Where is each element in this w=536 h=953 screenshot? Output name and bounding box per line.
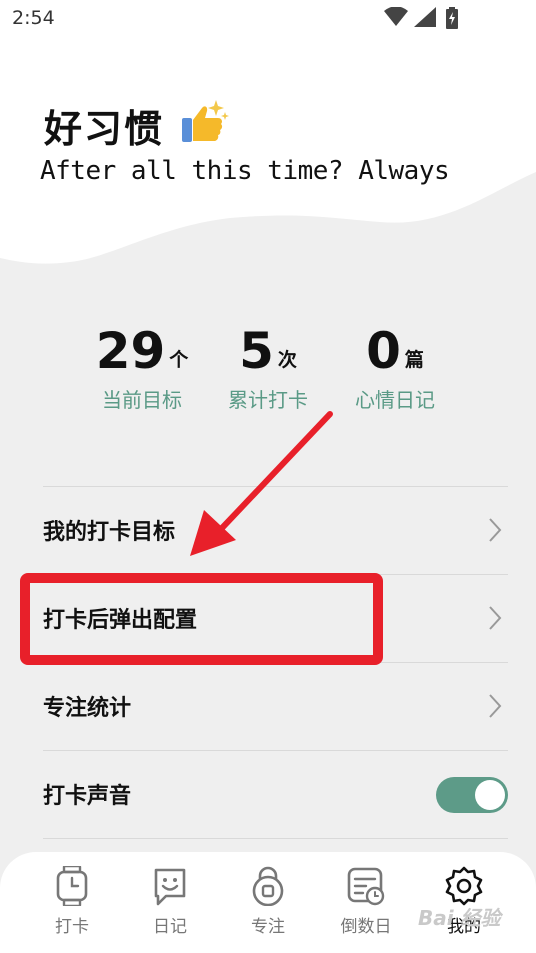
stat-value: 5	[239, 322, 274, 380]
stat-mood-diary[interactable]: 0 篇 心情日记	[330, 322, 460, 413]
tab-countdown[interactable]: 倒数日	[316, 866, 416, 950]
tab-focus[interactable]: 专注	[218, 866, 318, 950]
menu-item-checkin-sound: 打卡声音	[43, 751, 508, 839]
app-subtitle: After all this time? Always	[40, 156, 450, 186]
stat-current-goals[interactable]: 29 个 当前目标	[77, 322, 207, 413]
stat-value: 29	[95, 322, 166, 380]
tab-checkin[interactable]: 打卡	[22, 866, 122, 950]
stat-label: 当前目标	[102, 388, 182, 412]
status-time: 2:54	[12, 7, 55, 29]
menu-item-focus-stats[interactable]: 专注统计	[43, 663, 508, 751]
thumbs-up-icon	[182, 100, 229, 142]
watermark: Bai 经验	[418, 906, 501, 930]
menu-item-my-goals[interactable]: 我的打卡目标	[43, 487, 508, 575]
checkin-sound-toggle[interactable]	[436, 777, 508, 813]
stat-unit: 次	[277, 349, 297, 371]
stat-label: 累计打卡	[228, 388, 308, 412]
chevron-right-icon	[489, 518, 502, 542]
tab-label: 日记	[153, 917, 187, 937]
app-title: 好习惯	[44, 107, 165, 151]
calendar-icon	[347, 867, 385, 906]
menu-item-label: 专注统计	[43, 696, 132, 721]
stat-unit: 个	[169, 349, 189, 371]
gear-icon	[445, 866, 483, 906]
wifi-icon	[384, 7, 408, 26]
stat-unit: 篇	[404, 349, 424, 371]
watch-icon	[56, 866, 88, 906]
tab-label: 专注	[251, 917, 285, 937]
tab-label: 倒数日	[340, 917, 392, 937]
tab-diary[interactable]: 日记	[120, 866, 220, 950]
menu-divider	[43, 838, 508, 839]
menu-item-label: 打卡声音	[43, 784, 132, 809]
smile-note-icon	[154, 868, 186, 906]
stat-value: 0	[366, 322, 401, 380]
chevron-right-icon	[489, 606, 502, 630]
annotation-highlight-box	[20, 573, 383, 665]
battery-icon	[446, 7, 458, 29]
tab-label: 打卡	[55, 917, 89, 937]
lock-timer-icon	[252, 866, 284, 906]
status-bar: 2:54	[0, 0, 536, 38]
signal-icon	[414, 7, 436, 27]
toggle-knob	[475, 780, 505, 810]
menu-item-label: 我的打卡目标	[43, 520, 176, 545]
chevron-right-icon	[489, 694, 502, 718]
stat-label: 心情日记	[355, 388, 435, 412]
stat-total-checkins[interactable]: 5 次 累计打卡	[203, 322, 333, 413]
